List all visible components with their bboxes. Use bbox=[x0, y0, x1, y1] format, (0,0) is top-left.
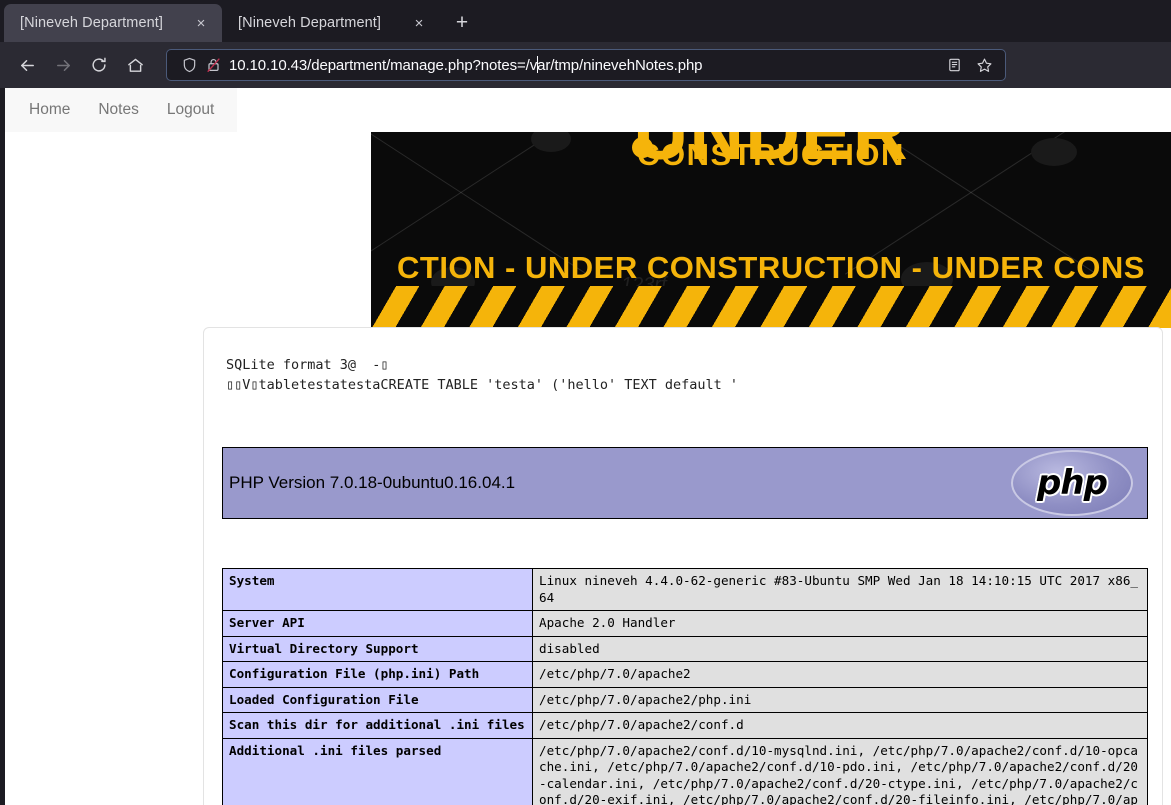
window-left-edge bbox=[0, 88, 5, 805]
php-logo-text: php bbox=[1037, 463, 1107, 503]
row-value: /etc/php/7.0/apache2/php.ini bbox=[533, 687, 1148, 713]
row-value: Apache 2.0 Handler bbox=[533, 611, 1148, 637]
phpinfo-header: PHP Version 7.0.18-0ubuntu0.16.04.1 php bbox=[222, 447, 1148, 519]
table-row: Virtual Directory Support disabled bbox=[223, 636, 1148, 662]
bookmark-star-icon[interactable] bbox=[971, 52, 997, 78]
row-key: System bbox=[223, 569, 533, 611]
table-row: Server API Apache 2.0 Handler bbox=[223, 611, 1148, 637]
row-value: Linux nineveh 4.4.0-62-generic #83-Ubunt… bbox=[533, 569, 1148, 611]
address-bar[interactable]: 10.10.10.43/department/manage.php?notes=… bbox=[166, 49, 1006, 81]
phpinfo-table-body: System Linux nineveh 4.4.0-62-generic #8… bbox=[223, 569, 1148, 805]
row-key: Configuration File (php.ini) Path bbox=[223, 662, 533, 688]
browser-window: [Nineveh Department] × [Nineveh Departme… bbox=[0, 0, 1171, 805]
reload-icon[interactable] bbox=[82, 48, 116, 82]
table-row: Scan this dir for additional .ini files … bbox=[223, 713, 1148, 739]
table-row: Loaded Configuration File /etc/php/7.0/a… bbox=[223, 687, 1148, 713]
site-navigation: Home Notes Logout bbox=[5, 88, 237, 132]
address-bar-actions bbox=[941, 52, 997, 78]
table-row: System Linux nineveh 4.4.0-62-generic #8… bbox=[223, 569, 1148, 611]
banner-marquee-text: CTION - UNDER CONSTRUCTION - UNDER CONS bbox=[371, 250, 1171, 286]
close-icon[interactable]: × bbox=[190, 12, 212, 34]
phpinfo-table: System Linux nineveh 4.4.0-62-generic #8… bbox=[222, 568, 1148, 805]
sqlite-dump-line-2: tabletestatestaCREATE TABLE 'testa' ('he… bbox=[259, 377, 739, 393]
lock-crossed-out-icon[interactable] bbox=[201, 57, 225, 73]
nav-link-home[interactable]: Home bbox=[29, 101, 70, 119]
reader-view-icon[interactable] bbox=[941, 52, 967, 78]
nav-link-logout[interactable]: Logout bbox=[167, 101, 214, 119]
row-value: disabled bbox=[533, 636, 1148, 662]
sqlite-dump-line-1: SQLite format 3@ -▯ bbox=[226, 357, 389, 373]
under-construction-banner: 123rf UNDER CONSTRUCTION CTION - UNDER C… bbox=[371, 132, 1171, 328]
sqlite-file-dump: SQLite format 3@ -▯ ▯▯V▯tabletestatestaC… bbox=[222, 346, 1144, 395]
content-panel: SQLite format 3@ -▯ ▯▯V▯tabletestatestaC… bbox=[203, 327, 1163, 805]
row-value: /etc/php/7.0/apache2/conf.d bbox=[533, 713, 1148, 739]
sqlite-binary-prefix: ▯▯V▯ bbox=[226, 376, 259, 396]
table-row: Additional .ini files parsed /etc/php/7.… bbox=[223, 738, 1148, 805]
browser-tab-2[interactable]: [Nineveh Department] × bbox=[222, 4, 440, 42]
shield-icon[interactable] bbox=[177, 57, 201, 73]
row-value: /etc/php/7.0/apache2/conf.d/10-mysqlnd.i… bbox=[533, 738, 1148, 805]
home-icon[interactable] bbox=[118, 48, 152, 82]
back-arrow-icon[interactable] bbox=[10, 48, 44, 82]
browser-tab-1[interactable]: [Nineveh Department] × bbox=[4, 4, 222, 42]
row-key: Loaded Configuration File bbox=[223, 687, 533, 713]
browser-toolbar: 10.10.10.43/department/manage.php?notes=… bbox=[0, 42, 1171, 88]
row-key: Scan this dir for additional .ini files bbox=[223, 713, 533, 739]
row-key: Additional .ini files parsed bbox=[223, 738, 533, 805]
banner-hazard-stripes bbox=[371, 286, 1171, 328]
page-viewport: Home Notes Logout 123rf UNDER CONSTRUCTI… bbox=[0, 88, 1171, 805]
close-icon[interactable]: × bbox=[408, 12, 430, 34]
forward-arrow-icon bbox=[46, 48, 80, 82]
phpinfo-block: PHP Version 7.0.18-0ubuntu0.16.04.1 php … bbox=[222, 447, 1144, 805]
table-row: Configuration File (php.ini) Path /etc/p… bbox=[223, 662, 1148, 688]
tab-strip: [Nineveh Department] × [Nineveh Departme… bbox=[0, 0, 1171, 42]
php-logo: php bbox=[1011, 450, 1133, 516]
nav-link-notes[interactable]: Notes bbox=[98, 101, 139, 119]
banner-graphics: 123rf UNDER CONSTRUCTION CTION - UNDER C… bbox=[371, 132, 1171, 328]
php-version-label: PHP Version 7.0.18-0ubuntu0.16.04.1 bbox=[229, 473, 515, 493]
tab-title: [Nineveh Department] bbox=[20, 15, 190, 31]
row-key: Server API bbox=[223, 611, 533, 637]
url-text-after-caret: ar/tmp/ninevehNotes.php bbox=[537, 57, 702, 74]
address-bar-text[interactable]: 10.10.10.43/department/manage.php?notes=… bbox=[225, 56, 941, 74]
row-key: Virtual Directory Support bbox=[223, 636, 533, 662]
row-value: /etc/php/7.0/apache2 bbox=[533, 662, 1148, 688]
banner-word-construction: CONSTRUCTION bbox=[371, 137, 1171, 173]
url-text-before-caret: 10.10.10.43/department/manage.php?notes=… bbox=[229, 57, 537, 74]
new-tab-button[interactable]: + bbox=[446, 7, 478, 39]
tab-title: [Nineveh Department] bbox=[238, 15, 408, 31]
